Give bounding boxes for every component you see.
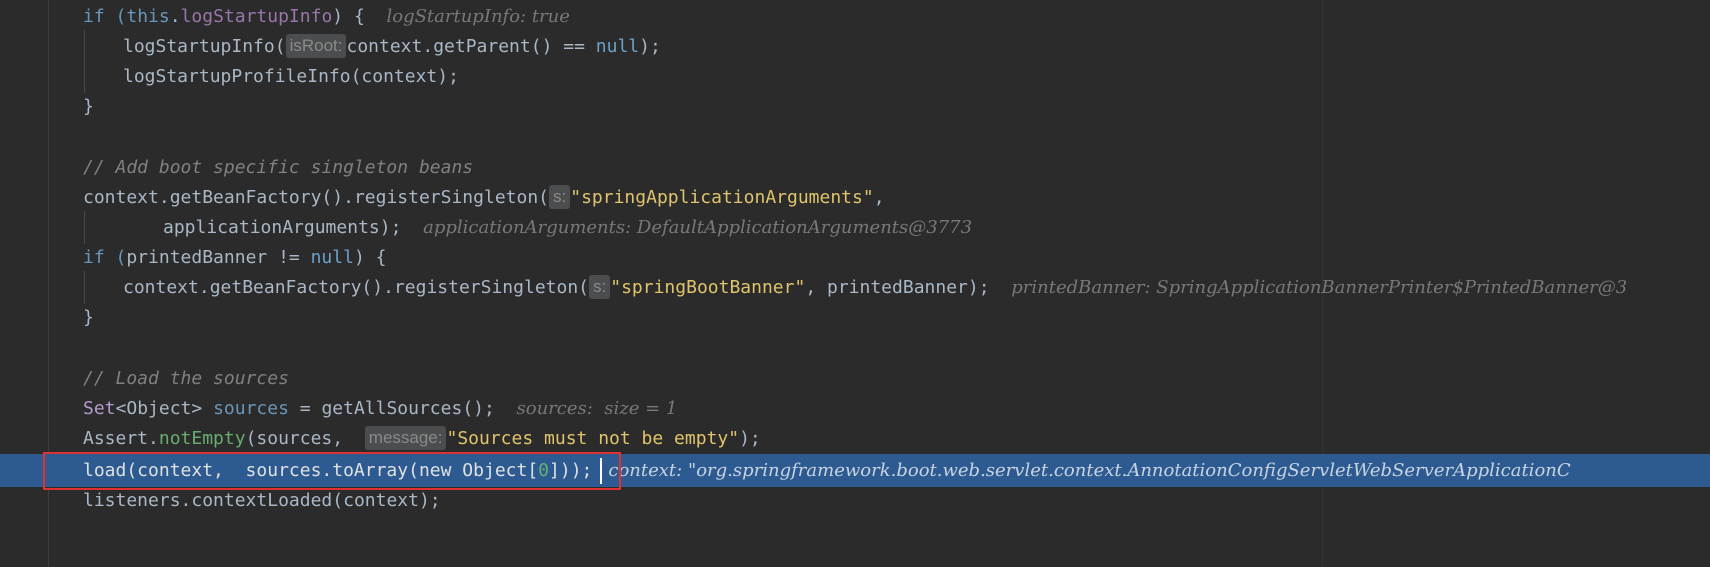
- indent-guide: [84, 211, 85, 244]
- dot: .: [169, 6, 181, 27]
- code-line-12[interactable]: [0, 332, 1710, 365]
- call-logStartupProfileInfo: logStartupProfileInfo: [123, 66, 351, 87]
- param-hint-message: message:: [364, 425, 447, 450]
- paren: ().: [361, 277, 394, 298]
- code-line-2[interactable]: logStartupInfo(isRoot: context.getParent(…: [0, 30, 1710, 63]
- debug-value-logStartupInfo: logStartupInfo: true: [386, 6, 570, 27]
- code-line-13[interactable]: // Load the sources: [0, 362, 1710, 395]
- debug-value-sources: sources: size = 1: [516, 398, 678, 419]
- code-line-10[interactable]: context.getBeanFactory().registerSinglet…: [0, 271, 1710, 304]
- indent-guide: [84, 30, 85, 63]
- brace: ) {: [332, 6, 387, 27]
- args: (context);: [332, 490, 441, 511]
- arg-printedBanner: , printedBanner);: [805, 277, 1012, 298]
- code-line-17[interactable]: listeners.contextLoaded(context);: [0, 484, 1710, 517]
- code-line-11[interactable]: }: [0, 301, 1710, 334]
- semicolon: ();: [462, 398, 517, 419]
- call-getParent: getParent: [433, 36, 531, 57]
- field-logStartupInfo: logStartupInfo: [180, 6, 333, 27]
- call-getBeanFactory: getBeanFactory: [209, 277, 362, 298]
- call-logStartupInfo: logStartupInfo(: [123, 36, 286, 57]
- paren-open: (: [538, 187, 550, 208]
- debug-value-context: context: "org.springframework.boot.web.s…: [608, 460, 1571, 481]
- code-line-7[interactable]: context.getBeanFactory().registerSinglet…: [0, 181, 1710, 214]
- context-ref: context.: [83, 187, 170, 208]
- brace: ) {: [353, 247, 387, 268]
- number-zero: 0: [538, 460, 550, 481]
- call-contextLoaded: contextLoaded: [191, 490, 333, 511]
- keyword-if: if (: [83, 6, 127, 27]
- string-springApplicationArguments: "springApplicationArguments": [570, 187, 874, 208]
- comment-load-sources: // Load the sources: [83, 368, 289, 389]
- closing: ]));: [549, 460, 593, 481]
- string-sources-not-empty: "Sources must not be empty": [446, 428, 740, 449]
- code-line-5[interactable]: [0, 120, 1710, 153]
- args: (context);: [350, 66, 459, 87]
- code-line-15[interactable]: Assert.notEmpty(sources, message: "Source…: [0, 422, 1710, 455]
- call-toArray: toArray: [332, 460, 409, 481]
- compare-op: () ==: [530, 36, 596, 57]
- paren-open: (: [578, 277, 590, 298]
- code-line-4[interactable]: }: [0, 90, 1710, 123]
- paren: ().: [321, 187, 354, 208]
- code-line-6[interactable]: // Add boot specific singleton beans: [0, 151, 1710, 184]
- class-Assert: Assert.: [83, 428, 159, 449]
- keyword-if: if (: [83, 247, 127, 268]
- listeners-ref: listeners.: [83, 490, 192, 511]
- null-literal: null: [310, 247, 354, 268]
- call-getBeanFactory: getBeanFactory: [169, 187, 322, 208]
- call-notEmpty: notEmpty: [158, 428, 246, 449]
- semicolon: );: [639, 36, 661, 57]
- code-line-9[interactable]: if (printedBanner != null) {: [0, 241, 1710, 274]
- arg-applicationArguments: applicationArguments);: [163, 217, 424, 238]
- context-ref: context.: [346, 36, 434, 57]
- comment-boot-singletons: // Add boot specific singleton beans: [83, 157, 474, 178]
- semicolon: );: [739, 428, 761, 449]
- paren-open: (: [408, 460, 419, 481]
- keyword-new: new: [418, 460, 452, 481]
- printedBanner-ref: printedBanner !=: [126, 247, 311, 268]
- param-hint-s: s:: [549, 184, 571, 209]
- keyword-this: this: [126, 6, 170, 27]
- context-ref: context.: [123, 277, 210, 298]
- comma: ,: [873, 187, 885, 208]
- call-registerSingleton: registerSingleton: [393, 277, 579, 298]
- closing-brace: }: [83, 307, 94, 328]
- call-getAllSources: getAllSources: [321, 398, 463, 419]
- indent-guide: [84, 60, 85, 93]
- code-line-16-current[interactable]: load(context, sources.toArray(new Object…: [0, 454, 1710, 487]
- closing-brace: }: [83, 96, 94, 117]
- call-load: load(context, sources.: [83, 460, 333, 481]
- type-Set: Set: [83, 398, 116, 419]
- debug-value-applicationArguments: applicationArguments: DefaultApplication…: [423, 217, 973, 238]
- generic-object: <Object>: [115, 398, 214, 419]
- param-hint-s: s:: [589, 274, 611, 299]
- code-line-3[interactable]: logStartupProfileInfo(context);: [0, 60, 1710, 93]
- type-Object: Object[: [451, 460, 539, 481]
- string-springBootBanner: "springBootBanner": [610, 277, 806, 298]
- code-line-1[interactable]: if (this.logStartupInfo) { logStartupInf…: [0, 0, 1710, 33]
- debug-value-printedBanner: printedBanner: SpringApplicationBannerPr…: [1011, 277, 1628, 298]
- code-line-14[interactable]: Set<Object> sources = getAllSources(); s…: [0, 392, 1710, 425]
- text-cursor: [600, 458, 603, 484]
- args: (sources,: [245, 428, 365, 449]
- call-registerSingleton: registerSingleton: [353, 187, 539, 208]
- var-sources: sources: [213, 398, 289, 419]
- null-literal: null: [595, 36, 640, 57]
- assign: =: [288, 398, 322, 419]
- param-hint-isRoot: isRoot:: [285, 33, 347, 58]
- indent-guide: [84, 271, 85, 304]
- code-line-8[interactable]: applicationArguments); applicationArgume…: [0, 211, 1710, 244]
